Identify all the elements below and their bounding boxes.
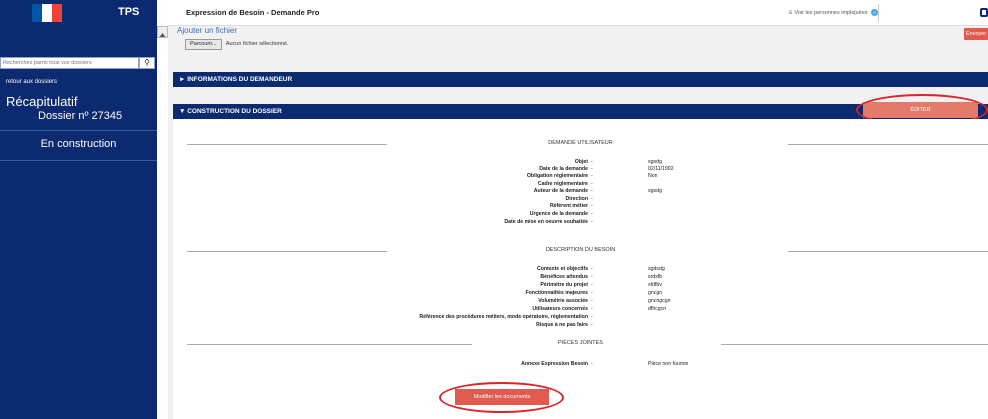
field-row: Direction -	[565, 196, 593, 202]
search-input[interactable]	[0, 57, 139, 69]
sidebar-divider	[0, 160, 157, 161]
main-content: Ajouter un fichier Parcourir... Aucun fi…	[168, 26, 988, 419]
dossier-search: ⚲	[0, 57, 157, 69]
field-row: Obligation réglementaire - Non	[526, 173, 658, 179]
field-row: Contexte et objectifs - sgdsdg	[536, 266, 665, 272]
field-row: Référent métier -	[549, 203, 593, 209]
recap-title: Récapitulatif	[6, 94, 78, 109]
chevron-up-icon	[159, 33, 166, 37]
field-row: Objet - sgsdg	[574, 159, 662, 165]
file-upload-row: Parcourir... Aucun fichier sélectionné.	[185, 39, 289, 50]
people-involved-link[interactable]: ♙ Voir les personnes impliquées 0	[788, 9, 879, 16]
no-file-text: Aucun fichier sélectionné.	[225, 41, 289, 47]
sidebar-divider	[0, 130, 157, 131]
upload-title: Ajouter un fichier	[177, 26, 238, 35]
attachment-row: Annexe Expression Besoin - Pièce non fourn…	[521, 361, 689, 367]
dossier-panel: DEMANDE UTILISATEUR Objet - sgsdg Date de …	[173, 119, 988, 419]
field-row: Volumétrie associée - gncngcgn	[538, 298, 671, 304]
section-heading: PIÈCES JOINTES	[173, 340, 988, 349]
window-icon[interactable]	[980, 8, 988, 17]
search-button[interactable]: ⚲	[139, 57, 155, 69]
user-icon: ♙	[788, 9, 793, 16]
section-heading: DEMANDE UTILISATEUR	[173, 140, 988, 149]
section-heading: DESCRIPTION DU BESOIN	[173, 247, 988, 256]
field-row: Urgence de la demande -	[529, 211, 593, 217]
annotation-circle	[439, 382, 564, 413]
top-header: Expression de Besoin - Demande Pro ♙ Voi…	[168, 0, 988, 26]
field-row: Cadre réglementaire -	[537, 181, 593, 187]
send-button[interactable]: Envoyer	[964, 28, 988, 40]
brand-name: TPS	[118, 6, 140, 18]
field-row: Périmètre du projet - sfdfbv	[540, 282, 662, 288]
scroll-up-button[interactable]	[157, 26, 168, 38]
sidebar: TPS ⚲ retour aux dossiers Récapitulatif …	[0, 0, 157, 419]
field-row: Référence des procédures métiers, mode o…	[419, 314, 593, 320]
search-icon: ⚲	[144, 58, 150, 67]
brand-header: TPS	[0, 0, 157, 26]
header-divider	[878, 4, 879, 22]
field-row: Bénéfices attendus - srdsfb	[540, 274, 663, 280]
field-row: Auteur de la demande - sgsdg	[533, 188, 662, 194]
page-title: Expression de Besoin - Demande Pro	[186, 8, 320, 17]
back-to-dossiers-link[interactable]: retour aux dossiers	[6, 79, 57, 85]
field-row: Date de mise en oeuvre souhaitée -	[504, 219, 593, 225]
section-demandeur[interactable]: ► INFORMATIONS DU DEMANDEUR	[173, 72, 988, 87]
field-row: Risque à ne pas faire -	[536, 322, 593, 328]
flag-logo[interactable]	[32, 4, 62, 22]
heading-demande-utilisateur: DEMANDE UTILISATEUR	[548, 140, 613, 146]
field-row: Fonctionnalités majeures - gncgn	[525, 290, 663, 296]
people-involved-label: Voir les personnes impliquées	[794, 9, 868, 16]
field-row: Utilisateurs concernés - dfhcgcn	[532, 306, 667, 312]
heading-pieces-jointes: PIÈCES JOINTES	[558, 340, 603, 346]
browse-button[interactable]: Parcourir...	[185, 39, 222, 50]
field-row: Date de la demande -02/11/1992	[539, 166, 674, 172]
dossier-status: En construction	[40, 138, 117, 150]
heading-description-besoin: DESCRIPTION DU BESOIN	[545, 247, 616, 253]
dossier-number: Dossier nº 27345	[38, 110, 123, 122]
